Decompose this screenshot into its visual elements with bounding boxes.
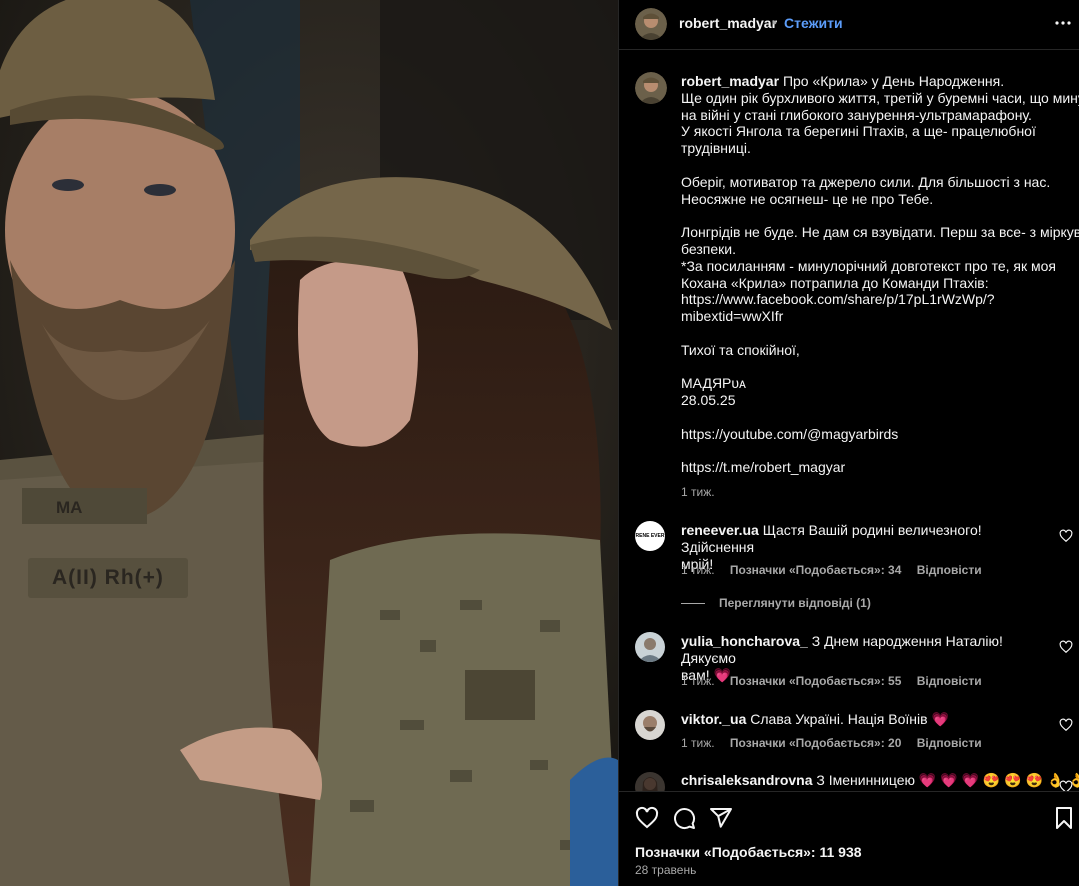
comment-meta: 1 тиж. Позначки «Подобається»: 20 Відпов… [681,736,994,750]
comment-username[interactable]: reneever.ua [681,522,759,538]
comment-likes[interactable]: Позначки «Подобається»: 20 [730,736,901,750]
post-date: 28 травень [635,863,697,877]
bookmark-save-icon[interactable] [1052,806,1076,830]
post-caption: robert_madyar Про «Крила» у День Народже… [681,73,1079,501]
post-likes-count[interactable]: Позначки «Подобається»: 11 938 [635,844,862,860]
caption-line [681,443,1076,460]
comment-likes[interactable]: Позначки «Подобається»: 34 [730,563,901,577]
comment-meta: 1 тиж. Позначки «Подобається»: 34 Відпов… [681,563,994,577]
caption-line: Тихої та спокійної, [681,341,800,358]
caption-line: Оберіг, мотиватор та джерело сили. Для б… [681,173,1051,190]
caption-line [681,409,1076,426]
share-send-icon[interactable] [709,806,733,830]
avatar-logo-text: RENE EVER [635,533,665,539]
caption-line: *За посиланням - минулорічний довготекст… [681,257,1057,274]
caption-line: на війні у стані глибокого занурення-уль… [681,106,1032,123]
comment-time: 1 тиж. [681,563,715,577]
comment-avatar[interactable] [635,632,665,662]
post-photo[interactable]: MA A(II) Rh(+) [0,0,618,886]
caption-line [681,359,1076,376]
caption-link[interactable]: mibextid=wwXIfr [681,308,1076,325]
caption-link[interactable]: https://t.me/robert_magyar [681,459,1076,476]
caption-link[interactable]: https://youtube.com/@magyarbirds [681,426,1076,443]
comment-avatar[interactable] [635,772,665,791]
caption-line: Ще один рік бурхливого життя, третій у б… [681,89,1079,106]
view-replies-button[interactable]: Переглянути відповіді (1) [681,596,871,610]
comment-avatar[interactable]: RENE EVER [635,521,665,551]
comment-likes[interactable]: Позначки «Подобається»: 55 [730,674,901,688]
caption-author-avatar[interactable] [635,72,667,104]
blood-type-patch: A(II) Rh(+) [52,566,164,589]
comment-meta: 1 тиж. Позначки «Подобається»: 55 Відпов… [681,674,994,688]
comment-like-icon[interactable] [1059,780,1073,791]
view-replies-label: Переглянути відповіді (1) [719,596,871,610]
comment-like-icon[interactable] [1059,640,1073,654]
comment-text: Слава Україні. Нація Воїнів 💗 [750,711,949,727]
separator-dot: • [772,14,777,30]
comments-scroll-area[interactable]: robert_madyar Про «Крила» у День Народже… [619,51,1079,791]
comment-body: chrisaleksandrovna З Іменинницею 💗 💗 💗 😍… [681,772,1079,789]
post-actions-footer: Позначки «Подобається»: 11 938 28 травен… [619,791,1079,886]
post-header: robert_madyar • Стежити [619,0,1079,50]
author-username[interactable]: robert_madyar [679,15,777,31]
photo-illustration [0,0,618,886]
reply-button[interactable]: Відповісти [917,674,982,688]
caption-line: Кохана «Крила» потрапила до Команди Птах… [681,274,989,291]
comment-avatar[interactable] [635,710,665,740]
caption-line: безпеки. [681,240,736,257]
caption-line: трудівниці. [681,140,751,157]
comment-text: З Іменинницею 💗 💗 💗 😍 😍 😍 👌 👌 [816,772,1079,788]
post-side-panel: robert_madyar • Стежити robert_madyar Пр… [618,0,1079,886]
reply-button[interactable]: Відповісти [917,563,982,577]
name-patch: MA [56,498,83,517]
caption-time: 1 тиж. [681,485,715,500]
replies-divider [681,603,705,605]
comment-time: 1 тиж. [681,736,715,750]
caption-line: МАДЯРᴜᴀ [681,375,746,392]
comment-time: 1 тиж. [681,674,715,688]
reply-button[interactable]: Відповісти [917,736,982,750]
like-heart-icon[interactable] [635,806,659,830]
more-options-icon[interactable] [1051,11,1075,35]
comment-username[interactable]: chrisaleksandrovna [681,772,813,788]
caption-line [681,157,1076,174]
comment-username[interactable]: yulia_honcharova_ [681,633,808,649]
comment-body: viktor._ua Слава Україні. Нація Воїнів 💗 [681,711,1041,728]
caption-line: Лонгрідів не буде. Не дам ся взувідати. … [681,224,1079,241]
caption-first-line: robert_madyar Про «Крила» у День Народже… [681,73,1076,90]
comment-username[interactable]: viktor._ua [681,711,746,727]
caption-line: Про «Крила» у День Народження. [782,73,1005,89]
instagram-post-view: MA A(II) Rh(+) robert_madyar • Стежити r… [0,0,1079,886]
comment-like-icon[interactable] [1059,529,1073,543]
caption-line [681,325,1076,342]
author-avatar[interactable] [635,8,667,40]
caption-line [681,207,1076,224]
caption-author[interactable]: robert_madyar [681,73,779,89]
caption-line: 28.05.25 [681,392,736,409]
caption-line: Неосяжне не осягнеш- це не про Тебе. [681,190,934,207]
comment-like-icon[interactable] [1059,718,1073,732]
follow-button[interactable]: Стежити [784,15,843,31]
caption-link[interactable]: https://www.facebook.com/share/p/17pL1rW… [681,291,1076,308]
caption-line: У якості Янгола та берегині Птахів, а ще… [681,123,1036,140]
comment-bubble-icon[interactable] [672,806,696,830]
